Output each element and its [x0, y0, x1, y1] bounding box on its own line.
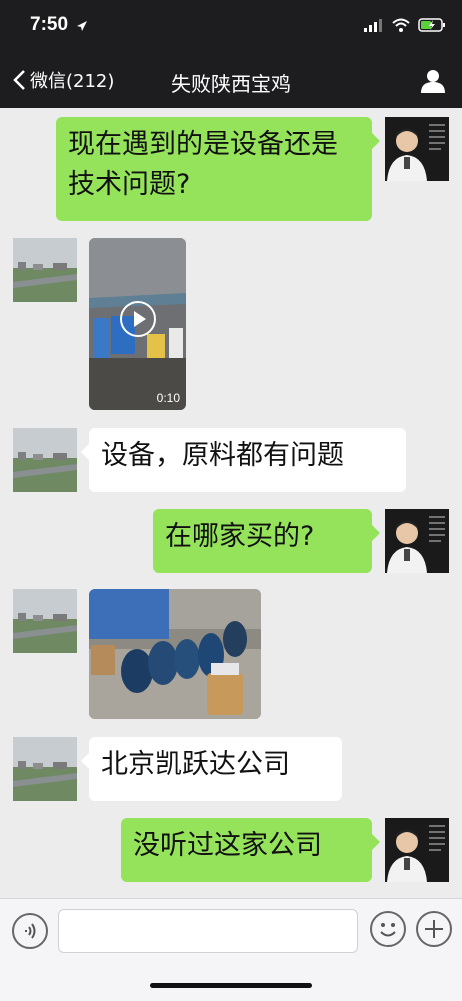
avatar-other[interactable]: [13, 589, 77, 653]
plus-icon: [425, 920, 443, 938]
signal-icon: [364, 19, 382, 32]
avatar-self[interactable]: [385, 509, 449, 573]
image-message[interactable]: [89, 589, 261, 719]
avatar-other[interactable]: [13, 238, 77, 302]
message-text: 北京凯跃达公司: [101, 749, 290, 780]
avatar-other[interactable]: [13, 428, 77, 492]
status-time: 7:50: [30, 14, 69, 35]
message-text: 现在遇到的是设备还是技术问题?: [68, 129, 338, 200]
battery-icon: [418, 18, 445, 32]
message-bubble-other[interactable]: 北京凯跃达公司: [81, 737, 342, 801]
plus-button[interactable]: [416, 911, 452, 947]
message-text: 没听过这家公司: [133, 830, 322, 861]
message-input[interactable]: [58, 909, 358, 953]
message-bubble-other[interactable]: 设备，原料都有问题: [81, 428, 406, 492]
wifi-icon: [392, 18, 410, 32]
home-indicator: [150, 983, 312, 988]
top-bar: 7:50 微信(212) 失败陕西宝鸡: [0, 0, 462, 108]
nav-bar: 微信(212) 失败陕西宝鸡: [0, 56, 462, 106]
video-message[interactable]: 0:10: [89, 238, 186, 410]
status-icons: [364, 18, 446, 32]
message-text: 设备，原料都有问题: [101, 440, 344, 471]
voice-button[interactable]: [12, 913, 48, 949]
emoji-icon: [380, 923, 396, 937]
message-bubble-self[interactable]: 没听过这家公司: [121, 818, 380, 882]
avatar-self[interactable]: [385, 818, 449, 882]
message-bubble-self[interactable]: 在哪家买的?: [153, 509, 380, 573]
chat-area[interactable]: 现在遇到的是设备还是技术问题? 0:10 设备，原料都有问题 在哪家买的? 北京…: [0, 108, 462, 898]
location-arrow-icon: [77, 21, 87, 31]
voice-icon: [25, 923, 36, 939]
avatar-other[interactable]: [13, 737, 77, 801]
person-icon[interactable]: [420, 68, 446, 94]
avatar-self[interactable]: [385, 117, 449, 181]
video-duration: 0:10: [156, 391, 180, 405]
play-icon[interactable]: [119, 300, 157, 338]
chat-title: 失败陕西宝鸡: [171, 72, 291, 96]
message-bubble-self[interactable]: 现在遇到的是设备还是技术问题?: [56, 117, 380, 221]
message-text: 在哪家买的?: [165, 521, 315, 552]
emoji-button[interactable]: [370, 911, 406, 947]
